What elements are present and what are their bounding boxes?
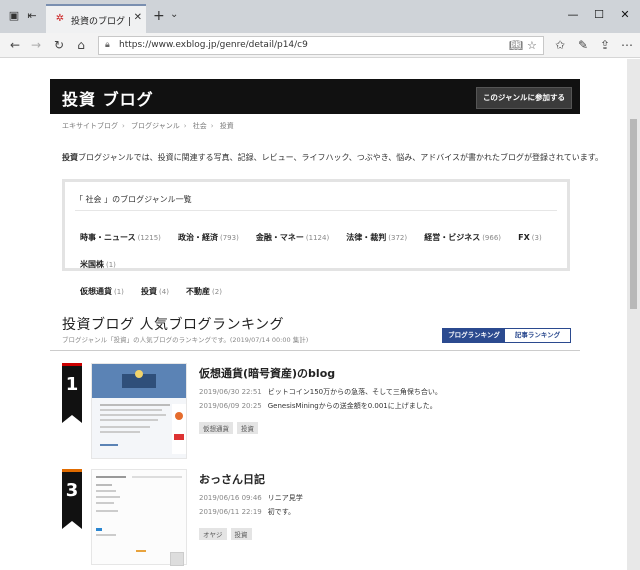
tag[interactable]: 投資 (237, 422, 258, 434)
favicon-icon: ✲ (55, 13, 65, 24)
description-keyword: 投資 (62, 153, 78, 162)
blog-title-link[interactable]: 仮想通貨(暗号資産)のblog (199, 365, 335, 381)
new-tab-icon[interactable]: + (153, 8, 165, 24)
scrollbar[interactable] (627, 59, 640, 570)
breadcrumb-item[interactable]: ブログジャンル (131, 122, 180, 130)
home-icon[interactable]: ⌂ (74, 38, 88, 52)
ranking-subtitle: ブログジャンル「投資」の人気ブログのランキングです。(2019/07/14 00… (62, 336, 309, 344)
genre-link[interactable]: 投資 (4) (141, 286, 169, 297)
breadcrumb-current: 投資 (219, 122, 234, 130)
set-aside-tabs-icon[interactable]: ⇤ (25, 9, 39, 23)
page-viewport: 投資 ブログ このジャンルに参加する エキサイトブログ › ブログジャンル › 社会… (0, 59, 627, 570)
genre-link[interactable]: 金融・マネー (1124) (256, 232, 329, 243)
navigation-bar: ← → ↻ ⌂ 🔒︎ https://www.exblog.jp/genre/d… (0, 33, 640, 58)
reading-view-icon[interactable]: 📖︎ (509, 39, 523, 52)
genre-link[interactable]: FX (3) (518, 233, 542, 242)
genre-link[interactable]: 不動産 (2) (186, 286, 222, 297)
address-bar[interactable]: 🔒︎ https://www.exblog.jp/genre/detail/p1… (98, 36, 544, 55)
post-link[interactable]: 2019/06/11 22:19 初です。 (199, 507, 295, 517)
genre-link[interactable]: 政治・経済 (793) (178, 232, 239, 243)
breadcrumb-item[interactable]: 社会 (193, 122, 207, 130)
rank-number: 1 (65, 374, 79, 395)
tag-list: 仮想通貨 投資 (199, 416, 262, 435)
description-text: ブログジャンルでは、投資に関連する写真、記録、レビュー、ライフハック、つぶやき、… (78, 153, 603, 162)
genre-link[interactable]: 米国株 (1) (80, 259, 116, 270)
blog-thumbnail[interactable] (91, 363, 187, 459)
scrollbar-thumb[interactable] (630, 119, 637, 309)
rank-number: 3 (65, 480, 79, 501)
tag[interactable]: オヤジ (199, 528, 227, 540)
divider (50, 350, 580, 351)
share-icon[interactable]: ⇪ (598, 38, 612, 52)
genre-link[interactable]: 経営・ビジネス (966) (424, 232, 501, 243)
favorites-icon[interactable]: ✩ (553, 38, 567, 52)
browser-tab[interactable]: ✲ 投資のブログ | エキサイトブ ✕ (46, 4, 146, 33)
tab-article-ranking[interactable]: 記事ランキング (505, 329, 570, 342)
favorite-star-icon[interactable]: ☆ (527, 39, 537, 52)
divider (75, 210, 557, 211)
genre-link[interactable]: 法律・裁判 (372) (346, 232, 407, 243)
rank-badge: 3 (62, 469, 82, 529)
url-text: https://www.exblog.jp/genre/detail/p14/c… (119, 40, 308, 50)
post-link[interactable]: 2019/06/30 22:51 ビットコイン150万からの急落、そして三角保ち合… (199, 387, 442, 397)
genre-title: 投資 ブログ (62, 90, 154, 109)
tag[interactable]: 仮想通貨 (199, 422, 233, 434)
forward-icon[interactable]: → (29, 38, 43, 52)
join-genre-button[interactable]: このジャンルに参加する (476, 87, 572, 109)
breadcrumb-separator-icon: › (122, 122, 125, 130)
genre-header: 投資 ブログ このジャンルに参加する (50, 79, 580, 114)
blog-thumbnail[interactable] (91, 469, 187, 565)
genre-description: 投資ブログジャンルでは、投資に関連する写真、記録、レビュー、ライフハック、つぶや… (62, 152, 603, 163)
ranking-tabs: ブログランキング 記事ランキング (442, 328, 571, 343)
refresh-icon[interactable]: ↻ (52, 38, 66, 52)
minimize-icon[interactable]: — (566, 8, 580, 21)
post-link[interactable]: 2019/06/09 20:25 GenesisMiningからの送金額を0.00… (199, 401, 437, 411)
rank-badge: 1 (62, 363, 82, 423)
breadcrumb: エキサイトブログ › ブログジャンル › 社会 › 投資 (62, 121, 234, 131)
title-bar: ▣ ⇤ ✲ 投資のブログ | エキサイトブ ✕ + ⌄ — ☐ ✕ (0, 0, 640, 33)
genre-link[interactable]: 仮想通貨 (1) (80, 286, 124, 297)
thumbnail-image (92, 364, 186, 458)
tag[interactable]: 投資 (230, 528, 252, 540)
close-window-icon[interactable]: ✕ (618, 8, 632, 21)
breadcrumb-item[interactable]: エキサイトブログ (62, 122, 118, 130)
tag-list: オヤジ 投資 (199, 522, 256, 541)
genre-link[interactable]: 時事・ニュース (1215) (80, 232, 161, 243)
post-link[interactable]: 2019/06/16 09:46 リニア見学 (199, 493, 303, 503)
genre-list-heading: 「 社会 」のブログジャンル一覧 (75, 195, 192, 204)
close-tab-icon[interactable]: ✕ (134, 12, 142, 23)
tab-blog-ranking[interactable]: ブログランキング (443, 329, 505, 342)
blog-title-link[interactable]: おっさん日記 (199, 471, 265, 487)
avatar (170, 552, 184, 566)
more-icon[interactable]: ⋯ (620, 38, 634, 52)
back-icon[interactable]: ← (8, 38, 22, 52)
tab-title: 投資のブログ | エキサイトブ (71, 17, 133, 27)
tab-actions-icon[interactable]: ▣ (7, 9, 21, 23)
maximize-icon[interactable]: ☐ (592, 8, 606, 21)
lock-icon: 🔒︎ (105, 40, 110, 50)
breadcrumb-separator-icon: › (210, 122, 214, 130)
ranking-title: 投資ブログ 人気ブログランキング (62, 317, 285, 333)
genre-list-box: 「 社会 」のブログジャンル一覧 時事・ニュース (1215) 政治・経済 (793… (62, 179, 570, 296)
genre-list: 時事・ニュース (1215) 政治・経済 (793) 金融・マネー (1124) 法律… (80, 225, 560, 306)
breadcrumb-separator-icon: › (183, 122, 187, 130)
pen-icon[interactable]: ✎ (576, 38, 590, 52)
tab-preview-chevron-icon[interactable]: ⌄ (170, 9, 178, 20)
thumbnail-image (92, 470, 186, 564)
